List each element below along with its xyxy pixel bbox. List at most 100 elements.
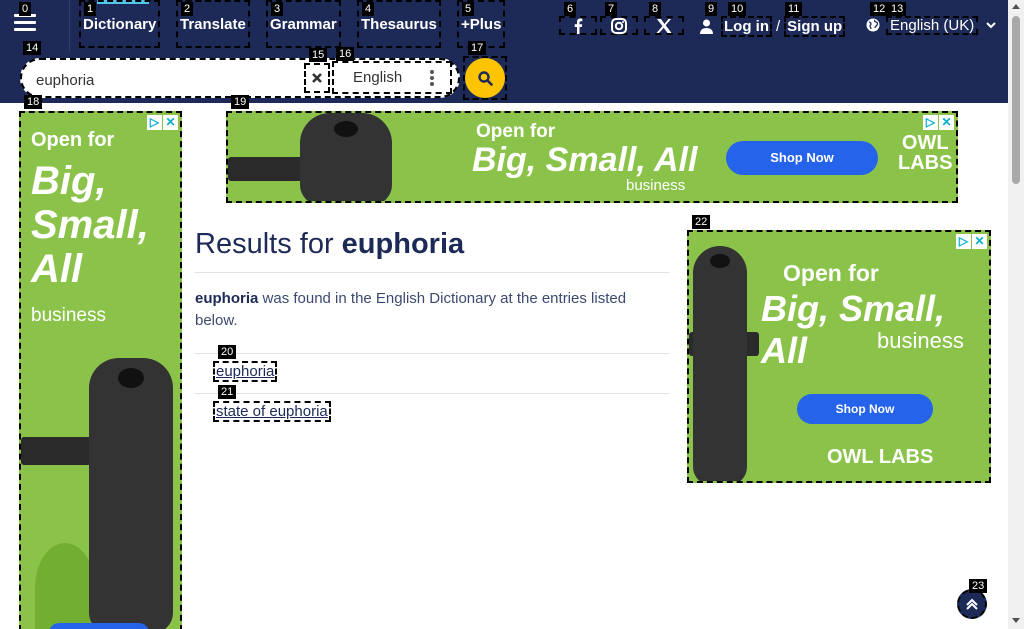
kebab-menu-icon — [430, 70, 434, 88]
element-badge: 5 — [462, 2, 475, 16]
results-summary: euphoria was found in the English Dictio… — [195, 288, 669, 332]
divider — [195, 353, 669, 354]
ad-choices[interactable]: ▷ ✕ — [955, 234, 987, 249]
search-button-circle — [465, 58, 505, 98]
ad-open-for: Open for — [31, 129, 115, 151]
ad-business: business — [877, 328, 964, 353]
ad-close-icon[interactable]: ✕ — [163, 115, 178, 130]
ad-shop-now-button[interactable]: Shop Now — [726, 141, 878, 175]
element-badge: 23 — [969, 579, 988, 593]
facebook-icon — [574, 18, 583, 34]
scroll-to-top-button[interactable] — [957, 589, 987, 619]
ad-info-icon[interactable]: ▷ — [923, 115, 938, 130]
nav-item-label: Grammar — [270, 15, 337, 33]
element-badge: 22 — [692, 215, 711, 229]
ad-business: business — [31, 305, 106, 326]
element-badge: 2 — [181, 2, 194, 16]
ad-headline-all: All — [31, 247, 83, 291]
ad-brand-logo: OWL LABS — [898, 133, 952, 173]
clear-search-button[interactable] — [304, 63, 330, 93]
element-badge: 15 — [309, 48, 328, 62]
globe-icon — [866, 18, 880, 32]
left-ad-banner[interactable]: ▷ ✕ Open for Big, Small, All business — [19, 111, 182, 629]
ad-speaker-image — [89, 358, 173, 629]
nav-item-label: Dictionary — [83, 15, 157, 33]
page-scrollbar[interactable] — [1008, 0, 1024, 629]
ad-info-icon[interactable]: ▷ — [956, 234, 971, 249]
ad-headline-big: Big, — [31, 159, 107, 203]
results-summary-term: euphoria — [195, 290, 259, 307]
ad-headline-small: Small, — [31, 203, 149, 247]
element-badge: 18 — [24, 95, 43, 109]
element-badge: 4 — [362, 2, 375, 16]
element-badge: 13 — [888, 2, 907, 16]
instagram-link[interactable] — [600, 16, 638, 35]
x-twitter-link[interactable] — [644, 16, 684, 35]
ad-brand-line2: LABS — [898, 152, 953, 174]
ad-open-for: Open for — [476, 121, 556, 142]
chevron-up-icon — [966, 598, 978, 610]
element-badge: 12 — [870, 2, 889, 16]
element-badge: 14 — [23, 41, 42, 55]
nav-item-label: Thesaurus — [361, 15, 437, 33]
right-ad-banner[interactable]: ▷ ✕ Open for Big, Small, All business Sho… — [687, 230, 991, 483]
nav-divider — [69, 0, 70, 52]
ad-open-for: Open for — [783, 260, 879, 286]
ad-close-icon[interactable]: ✕ — [972, 234, 987, 249]
element-badge: 1 — [84, 2, 97, 16]
ad-speaker-image — [693, 246, 747, 481]
login-area: Log in / Sign up — [700, 14, 846, 38]
user-icon — [700, 19, 713, 34]
ad-close-icon[interactable]: ✕ — [939, 115, 954, 130]
element-badge: 6 — [564, 2, 577, 16]
scroll-up-arrow-icon[interactable] — [1012, 4, 1020, 9]
element-badge: 21 — [218, 385, 237, 399]
top-ad-banner[interactable]: ▷ ✕ Open for Big, Small, All business Sho… — [226, 111, 958, 203]
hamburger-menu-icon[interactable] — [14, 14, 36, 36]
ad-choices[interactable]: ▷ ✕ — [146, 115, 178, 130]
dictionary-select-label: English — [353, 69, 403, 86]
divider — [195, 393, 669, 394]
search-input[interactable] — [36, 69, 296, 91]
x-twitter-icon — [656, 18, 672, 33]
result-link-state-of-euphoria[interactable]: state of euphoria — [213, 401, 331, 422]
ad-brand-line1: OWL — [901, 132, 949, 154]
search-button[interactable] — [463, 56, 507, 100]
ad-brand-logo: OWL LABS — [827, 446, 934, 468]
ad-speaker-image — [300, 113, 392, 201]
ad-choices[interactable]: ▷ ✕ — [922, 115, 954, 130]
facebook-link[interactable] — [559, 16, 597, 35]
scroll-down-arrow-icon[interactable] — [1012, 618, 1020, 623]
element-badge: 20 — [218, 345, 237, 359]
language-selector[interactable]: English (UK) — [866, 15, 996, 35]
element-badge: 0 — [19, 2, 32, 16]
nav-item-label: Translate — [180, 15, 246, 33]
ad-business: business — [626, 177, 686, 194]
ad-shop-now-button[interactable] — [49, 623, 149, 629]
language-label: English (UK) — [886, 15, 979, 35]
element-badge: 11 — [785, 2, 803, 16]
page-title-term: euphoria — [341, 228, 465, 260]
ad-headline: Big, Small, All — [472, 141, 698, 179]
results-summary-text: was found in the English Dictionary at t… — [195, 290, 627, 329]
signup-link[interactable]: Sign up — [784, 15, 846, 37]
dictionary-select[interactable]: English — [332, 61, 452, 94]
ad-info-icon[interactable]: ▷ — [147, 115, 162, 130]
login-link[interactable]: Log in — [721, 15, 772, 37]
element-badge: 8 — [649, 2, 662, 16]
page-title-prefix: Results for — [195, 228, 334, 260]
close-icon — [312, 73, 322, 83]
page-title: Results for euphoria — [195, 228, 464, 261]
result-link-euphoria[interactable]: euphoria — [213, 361, 278, 382]
element-badge: 9 — [705, 2, 718, 16]
search-icon — [477, 70, 493, 86]
ad-pedestal — [35, 543, 95, 629]
scrollbar-thumb[interactable] — [1012, 16, 1020, 184]
element-badge: 16 — [336, 47, 355, 61]
login-separator: / — [776, 17, 781, 35]
instagram-icon — [611, 17, 627, 34]
ad-shop-now-button[interactable]: Shop Now — [797, 394, 933, 424]
divider — [195, 272, 669, 273]
element-badge: 3 — [271, 2, 284, 16]
nav-item-label: +Plus — [461, 15, 502, 33]
